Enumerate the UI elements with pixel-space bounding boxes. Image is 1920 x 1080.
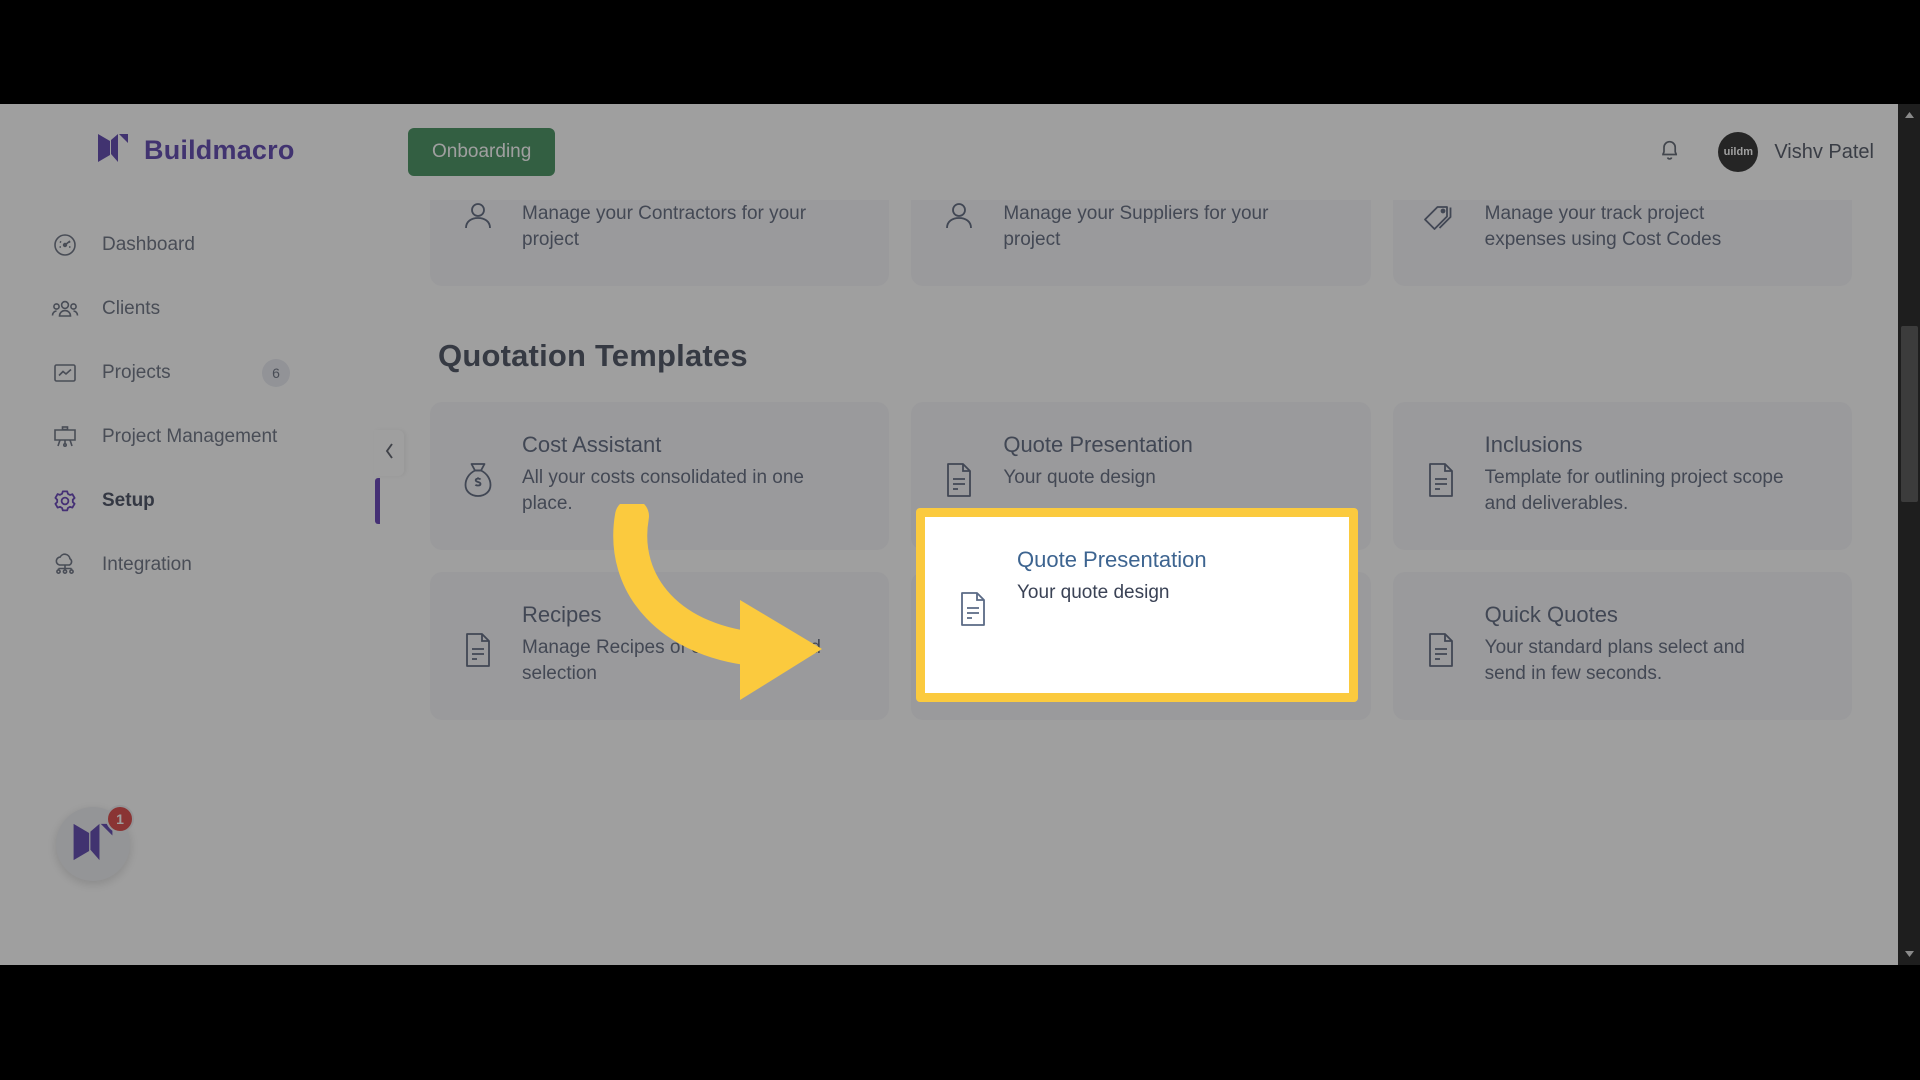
sidebar-item-projects[interactable]: Projects 6	[0, 341, 380, 405]
user-icon	[937, 200, 981, 256]
speedometer-icon	[50, 230, 80, 260]
fab-notification-badge: 1	[106, 805, 134, 833]
active-indicator-bar	[375, 478, 380, 524]
sidebar-item-label: Clients	[102, 298, 161, 319]
document-lines-icon	[1419, 602, 1463, 690]
card-recipes[interactable]: Recipes Manage Recipes of cost center an…	[430, 572, 890, 720]
card-cost-assistant[interactable]: Cost Assistant All your costs consolidat…	[430, 402, 890, 550]
quotation-templates-grid: Cost Assistant All your costs consolidat…	[430, 402, 1852, 720]
sidebar-item-setup[interactable]: Setup	[0, 469, 380, 533]
card-body: Suppliers Manage your Suppliers for your…	[1003, 200, 1303, 256]
card-title: Selection Questions	[1003, 602, 1199, 627]
people-group-icon	[50, 294, 80, 324]
screenshot-stage: Buildmacro Dashboard Clients Projects 6 …	[0, 0, 1920, 1080]
vertical-scrollbar[interactable]	[1898, 104, 1920, 965]
gear-icon	[50, 486, 80, 516]
brand-name: Buildmacro	[144, 135, 295, 165]
card-description: All your costs consolidated in one place…	[522, 467, 804, 515]
sidebar-item-project-management[interactable]: Project Management	[0, 405, 380, 469]
card-quote-presentation[interactable]: Quote Presentation Your quote design	[911, 402, 1371, 550]
brand-logo[interactable]: Buildmacro	[0, 104, 380, 169]
tag-icon	[1419, 200, 1463, 256]
easel-icon	[50, 422, 80, 452]
scrollbar-thumb[interactable]	[1901, 326, 1918, 502]
sidebar-badge-projects: 6	[262, 359, 290, 387]
card-title: Quick Quotes	[1484, 602, 1618, 627]
sidebar-item-label: Setup	[102, 490, 155, 511]
sidebar-collapse-button[interactable]	[374, 430, 404, 476]
card-body: Quick Quotes Your standard plans select …	[1485, 602, 1785, 690]
card-title: Quote Presentation	[1003, 432, 1193, 457]
card-title: Cost Assistant	[522, 432, 662, 457]
money-bag-icon	[456, 432, 500, 520]
sidebar-item-label: Dashboard	[102, 234, 195, 255]
card-body: Selection Questions Manage selection que…	[1003, 602, 1303, 690]
document-lines-icon	[937, 602, 981, 690]
card-cost-codes[interactable]: Cost Codes Manage your track project exp…	[1392, 200, 1852, 286]
sidebar-item-dashboard[interactable]: Dashboard	[0, 213, 380, 277]
section-title-quotation-templates: Quotation Templates	[438, 338, 748, 373]
chart-board-icon	[50, 358, 80, 388]
card-title: Inclusions	[1484, 432, 1583, 457]
sidebar: Buildmacro Dashboard Clients Projects 6 …	[0, 104, 380, 965]
card-description: Template for outlining project scope and…	[1484, 467, 1784, 515]
card-body: Contractors Manage your Contractors for …	[522, 200, 822, 256]
card-description: Manage Recipes of cost center and select…	[522, 637, 821, 685]
card-body: Inclusions Template for outlining projec…	[1485, 432, 1785, 520]
card-description: Manage your Suppliers for your project	[1003, 203, 1269, 251]
card-inclusions[interactable]: Inclusions Template for outlining projec…	[1392, 402, 1852, 550]
sidebar-item-label: Project Management	[102, 426, 278, 447]
sidebar-item-label: Integration	[102, 554, 192, 575]
main-content: Contractors Manage your Contractors for …	[380, 200, 1898, 965]
card-quick-quotes[interactable]: Quick Quotes Your standard plans select …	[1392, 572, 1852, 720]
scroll-up-arrow-icon[interactable]	[1898, 104, 1920, 126]
setup-top-grid: Contractors Manage your Contractors for …	[430, 200, 1852, 286]
card-description: Your quote design	[1003, 467, 1156, 489]
sidebar-item-label: Projects	[102, 362, 171, 383]
user-menu[interactable]: uildm Vishv Patel	[1718, 132, 1874, 172]
buildmacro-logo-icon	[96, 132, 130, 169]
card-body: Cost Assistant All your costs consolidat…	[522, 432, 822, 520]
avatar: uildm	[1718, 132, 1759, 172]
sidebar-item-clients[interactable]: Clients	[0, 277, 380, 341]
card-description: Manage your track project expenses using…	[1484, 203, 1722, 251]
card-description: Manage selection questions for all inclu…	[1003, 637, 1291, 685]
card-description: Your standard plans select and send in f…	[1484, 637, 1745, 685]
card-title: Recipes	[522, 602, 602, 627]
bell-icon[interactable]	[1657, 136, 1682, 168]
card-suppliers[interactable]: Suppliers Manage your Suppliers for your…	[911, 200, 1371, 286]
card-contractors[interactable]: Contractors Manage your Contractors for …	[430, 200, 890, 286]
application-window: Buildmacro Dashboard Clients Projects 6 …	[0, 104, 1920, 965]
sidebar-item-integration[interactable]: Integration	[0, 533, 380, 597]
username-label: Vishv Patel	[1774, 140, 1874, 163]
card-description: Manage your Contractors for your project	[522, 203, 807, 251]
help-fab-button[interactable]: 1	[56, 805, 134, 881]
cloud-network-icon	[50, 550, 80, 580]
sidebar-nav: Dashboard Clients Projects 6 Project Man…	[0, 213, 380, 597]
document-lines-icon	[456, 602, 500, 690]
card-body: Cost Codes Manage your track project exp…	[1485, 200, 1785, 256]
chevron-left-icon	[383, 441, 396, 466]
scroll-down-arrow-icon[interactable]	[1898, 943, 1920, 965]
user-icon	[456, 200, 500, 256]
document-lines-icon	[937, 432, 981, 520]
card-body: Recipes Manage Recipes of cost center an…	[522, 602, 822, 690]
document-lines-icon	[1419, 432, 1463, 520]
onboarding-button[interactable]: Onboarding	[408, 128, 556, 176]
card-body: Quote Presentation Your quote design	[1003, 432, 1193, 520]
topbar: Onboarding uildm Vishv Patel	[380, 104, 1920, 200]
card-selection-questions[interactable]: Selection Questions Manage selection que…	[911, 572, 1371, 720]
